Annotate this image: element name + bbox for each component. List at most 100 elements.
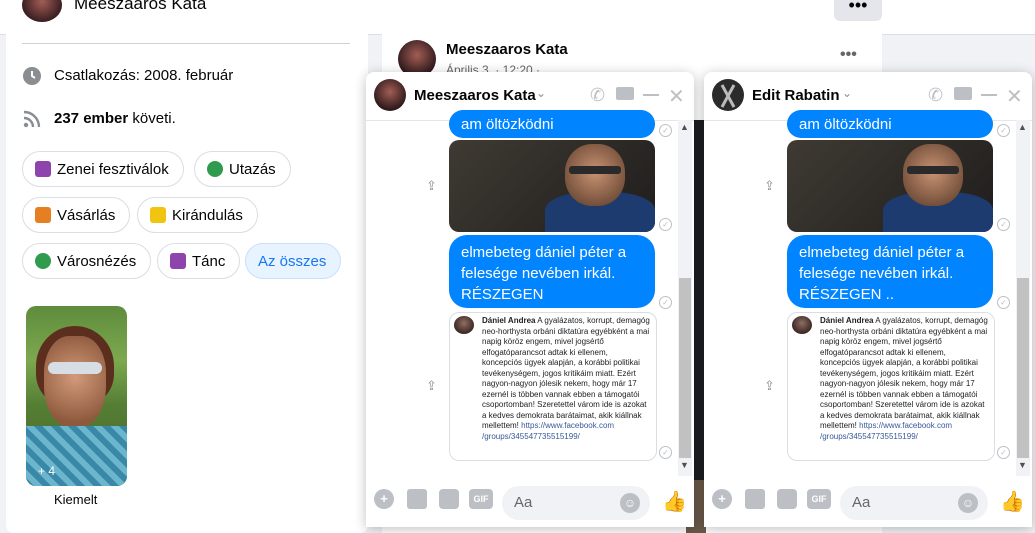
seen-check-icon: ✓: [659, 446, 672, 459]
scroll-up-icon[interactable]: ▲: [680, 122, 689, 132]
plus-icon[interactable]: +: [712, 489, 732, 509]
scrollbar[interactable]: ▲ ▼: [678, 120, 692, 476]
featured-photo[interactable]: + 4: [26, 306, 127, 486]
scrollbar-thumb[interactable]: [679, 278, 691, 458]
minimize-icon[interactable]: [981, 94, 997, 96]
message-text: am öltözködni: [461, 116, 554, 133]
shared-post-card[interactable]: Dániel Andrea A gyalázatos, korrupt, dem…: [787, 312, 995, 461]
more-options-button[interactable]: •••: [834, 0, 882, 21]
chat-avatar[interactable]: [712, 79, 744, 111]
shopping-icon: [35, 207, 51, 223]
interest-chip-hiking[interactable]: Kirándulás: [137, 197, 258, 233]
chat-title[interactable]: Edit Rabatin: [752, 87, 840, 104]
photo-face: [903, 144, 963, 206]
chat-title[interactable]: Meeszaaros Kata: [414, 87, 536, 104]
interest-chip-sightseeing[interactable]: Városnézés: [22, 243, 152, 279]
interest-chip-shopping[interactable]: Vásárlás: [22, 197, 131, 233]
video-call-icon[interactable]: [616, 87, 634, 100]
scroll-down-icon[interactable]: ▼: [1018, 460, 1027, 470]
interest-chip-music-festivals[interactable]: Zenei fesztiválok: [22, 151, 184, 187]
seen-check-icon: ✓: [659, 124, 672, 137]
see-all-interests-button[interactable]: Az összes: [245, 243, 342, 279]
joined-date: Csatlakozás: 2008. február: [54, 67, 234, 84]
shared-post-text: Dániel Andrea A gyalázatos, korrupt, dem…: [482, 316, 650, 442]
post-author[interactable]: Meeszaaros Kata: [446, 41, 568, 58]
chat-window-meeszaaros-kata: Meeszaaros Kata ⌄ ✆ ✕ am öltözködni ✓ ⇪ …: [366, 72, 694, 527]
gif-icon[interactable]: GIF: [469, 489, 493, 509]
message-input[interactable]: Aa ☺: [840, 486, 988, 520]
video-call-icon[interactable]: [954, 87, 972, 100]
seen-check-icon: ✓: [997, 296, 1010, 309]
globe-icon: [35, 253, 51, 269]
photo-glasses: [907, 166, 959, 174]
image-icon[interactable]: [745, 489, 765, 509]
followers-count[interactable]: 237 ember: [54, 110, 128, 127]
globe-icon: [207, 161, 223, 177]
music-icon: [170, 253, 186, 269]
message-text: elmebeteg dániel péter a felesége nevébe…: [799, 244, 965, 303]
message-text: elmebeteg dániel péter a felesége nevébe…: [461, 244, 627, 303]
message-bubble[interactable]: elmebeteg dániel péter a felesége nevébe…: [787, 235, 993, 308]
chip-label: Tánc: [192, 253, 226, 270]
message-photo[interactable]: [449, 140, 655, 232]
chip-label: Utazás: [229, 161, 276, 178]
chip-label: Vásárlás: [57, 207, 116, 224]
thumbs-up-icon[interactable]: 👍: [662, 489, 687, 514]
message-photo[interactable]: [787, 140, 993, 232]
emoji-icon[interactable]: ☺: [958, 493, 978, 513]
sticker-icon[interactable]: [777, 489, 797, 509]
seen-check-icon: ✓: [659, 296, 672, 309]
seen-check-icon: ✓: [997, 446, 1010, 459]
message-bubble[interactable]: elmebeteg dániel péter a felesége nevébe…: [449, 235, 655, 308]
seen-check-icon: ✓: [659, 218, 672, 231]
photo-glasses: [569, 166, 621, 174]
music-icon: [35, 161, 51, 177]
shared-post-card[interactable]: Dániel Andrea A gyalázatos, korrupt, dem…: [449, 312, 657, 461]
phone-icon[interactable]: ✆: [590, 85, 605, 106]
hiking-icon: [150, 207, 166, 223]
shared-post-body: A gyalázatos, korrupt, demagóg neo-horth…: [482, 316, 650, 430]
thumbs-up-icon[interactable]: 👍: [1000, 489, 1025, 514]
divider: [22, 43, 350, 44]
chevron-down-icon[interactable]: ⌄: [842, 86, 852, 100]
input-placeholder: Aa: [852, 494, 871, 511]
chat-avatar[interactable]: [374, 79, 406, 111]
share-icon[interactable]: ⇪: [764, 178, 776, 193]
close-icon[interactable]: ✕: [1006, 84, 1023, 109]
followers-info: 237 ember követi.: [54, 110, 176, 127]
interest-chip-dance[interactable]: Tánc: [157, 243, 241, 279]
message-bubble-partial[interactable]: am öltözködni: [787, 110, 993, 138]
chat-window-edit-rabatin: Edit Rabatin ⌄ ✆ ✕ am öltözködni ✓ ⇪ ✓ e…: [704, 72, 1032, 527]
featured-count: + 4: [38, 464, 56, 478]
photo-face: [565, 144, 625, 206]
scrollbar[interactable]: ▲ ▼: [1016, 120, 1030, 476]
close-icon[interactable]: ✕: [668, 84, 685, 109]
shared-post-body: A gyalázatos, korrupt, demagóg neo-horth…: [820, 316, 988, 430]
message-bubble-partial[interactable]: am öltözködni: [449, 110, 655, 138]
scroll-down-icon[interactable]: ▼: [680, 460, 689, 470]
profile-name[interactable]: Meeszaaros Kata: [74, 0, 206, 14]
plus-icon[interactable]: +: [374, 489, 394, 509]
scrollbar-thumb[interactable]: [1017, 278, 1029, 458]
interest-chip-travel[interactable]: Utazás: [194, 151, 291, 187]
scroll-up-icon[interactable]: ▲: [1018, 122, 1027, 132]
minimize-icon[interactable]: [643, 94, 659, 96]
post-menu-icon[interactable]: •••: [840, 46, 857, 64]
chip-label: Városnézés: [57, 253, 137, 270]
shared-post-author: Dániel Andrea: [820, 316, 874, 325]
message-input[interactable]: Aa ☺: [502, 486, 650, 520]
input-placeholder: Aa: [514, 494, 533, 511]
chevron-down-icon[interactable]: ⌄: [536, 86, 546, 100]
rss-icon: [22, 109, 42, 134]
share-icon[interactable]: ⇪: [426, 178, 438, 193]
chat-composer: + GIF Aa ☺ 👍: [366, 476, 694, 527]
image-icon[interactable]: [407, 489, 427, 509]
shared-post-avatar: [454, 316, 474, 334]
emoji-icon[interactable]: ☺: [620, 493, 640, 513]
share-icon[interactable]: ⇪: [426, 378, 438, 393]
share-icon[interactable]: ⇪: [764, 378, 776, 393]
clock-icon: [22, 66, 42, 91]
phone-icon[interactable]: ✆: [928, 85, 943, 106]
sticker-icon[interactable]: [439, 489, 459, 509]
gif-icon[interactable]: GIF: [807, 489, 831, 509]
